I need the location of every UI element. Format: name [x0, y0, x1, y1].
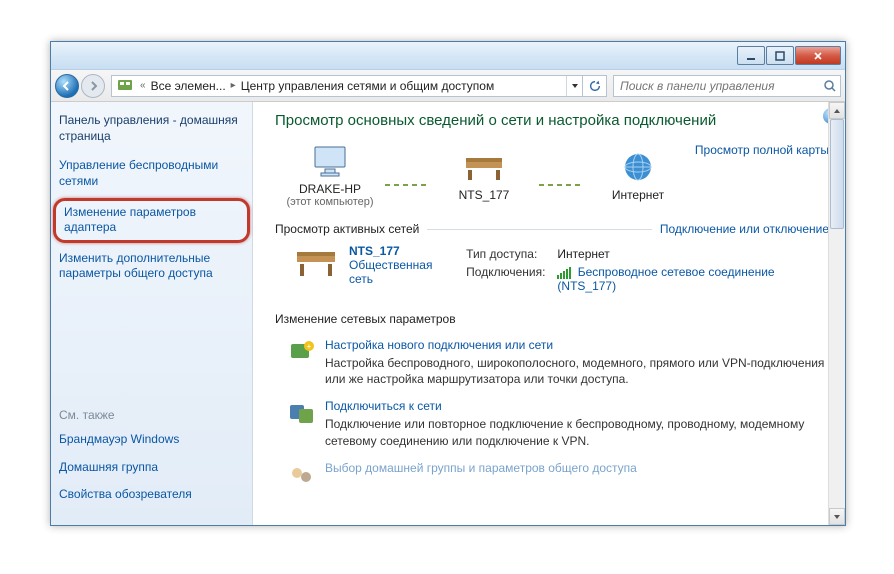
content-pane: ? Просмотр основных сведений о сети и на…	[253, 102, 845, 525]
change-settings-header: Изменение сетевых параметров	[275, 312, 829, 326]
sidebar: Панель управления - домашняя страница Уп…	[51, 102, 253, 525]
network-icon	[293, 244, 339, 280]
sidebar-link-firewall[interactable]: Брандмауэр Windows	[59, 432, 244, 448]
view-full-map-link[interactable]: Просмотр полной карты	[695, 143, 829, 157]
forward-button[interactable]	[81, 74, 105, 98]
sidebar-home[interactable]: Панель управления - домашняя страница	[59, 112, 244, 144]
scroll-up-button[interactable]	[829, 102, 845, 119]
map-line2	[539, 184, 583, 186]
sidebar-link-internet-options[interactable]: Свойства обозревателя	[59, 487, 244, 503]
opt-new-connection-title[interactable]: Настройка нового подключения или сети	[325, 338, 829, 352]
active-network-row: NTS_177 Общественная сеть Тип доступа: И…	[293, 244, 829, 296]
page-heading: Просмотр основных сведений о сети и наст…	[275, 112, 829, 129]
map-node-internet[interactable]: Интернет	[583, 149, 693, 202]
connections-key: Подключения:	[466, 264, 555, 294]
globe-icon	[583, 149, 693, 185]
network-map: DRAKE-HP (этот компьютер) NTS_177 Интерн…	[275, 143, 829, 208]
navbar: « Все элемен... ▸ Центр управления сетям…	[51, 70, 845, 102]
refresh-button[interactable]	[583, 75, 607, 97]
connect-icon	[287, 399, 315, 427]
scroll-thumb[interactable]	[830, 119, 844, 229]
active-network-info: NTS_177 Общественная сеть	[349, 244, 454, 296]
opt-connect: Подключиться к сети Подключение или повт…	[287, 399, 829, 448]
active-network-type[interactable]: Общественная сеть	[349, 258, 454, 286]
bench-icon	[429, 149, 539, 185]
titlebar	[51, 42, 845, 70]
close-button[interactable]	[795, 46, 841, 65]
connection-name: Беспроводное сетевое соединение (NTS_177…	[557, 265, 774, 293]
window: « Все элемен... ▸ Центр управления сетям…	[50, 41, 846, 526]
pc-sub: (этот компьютер)	[275, 196, 385, 208]
svg-text:+: +	[307, 342, 312, 351]
new-connection-icon: +	[287, 338, 315, 366]
pc-name: DRAKE-HP	[275, 182, 385, 196]
search-box[interactable]	[613, 75, 841, 97]
connect-disconnect-link[interactable]: Подключение или отключение	[660, 222, 829, 236]
sidebar-link-adapter-highlight: Изменение параметров адаптера	[53, 198, 250, 243]
sidebar-link-adapter[interactable]: Изменение параметров адаптера	[64, 205, 239, 236]
internet-label: Интернет	[583, 188, 693, 202]
opt-homegroup-title[interactable]: Выбор домашней группы и параметров общег…	[325, 461, 637, 475]
connection-link[interactable]: Беспроводное сетевое соединение (NTS_177…	[557, 264, 827, 294]
window-body: Панель управления - домашняя страница Уп…	[51, 102, 845, 525]
access-type-key: Тип доступа:	[466, 246, 555, 262]
signal-bars-icon	[557, 267, 571, 279]
map-line	[385, 184, 429, 186]
maximize-button[interactable]	[766, 46, 794, 65]
vertical-scrollbar[interactable]	[828, 102, 845, 525]
addr-dropdown[interactable]	[566, 76, 582, 96]
opt-connect-title[interactable]: Подключиться к сети	[325, 399, 829, 413]
homegroup-icon	[287, 461, 315, 489]
computer-icon	[275, 143, 385, 179]
active-network-props: Тип доступа: Интернет Подключения: Беспр…	[464, 244, 829, 296]
search-icon[interactable]	[820, 79, 840, 93]
active-networks-label: Просмотр активных сетей	[275, 222, 419, 236]
breadcrumb-seg1[interactable]: Все элемен...	[148, 79, 229, 93]
opt-homegroup: Выбор домашней группы и параметров общег…	[287, 461, 829, 489]
map-node-network[interactable]: NTS_177	[429, 149, 539, 202]
active-networks-header: Просмотр активных сетей Подключение или …	[275, 222, 829, 236]
access-type-val: Интернет	[557, 246, 827, 262]
sidebar-link-wireless[interactable]: Управление беспроводными сетями	[59, 158, 244, 189]
address-bar[interactable]: « Все элемен... ▸ Центр управления сетям…	[111, 75, 583, 97]
active-network-name[interactable]: NTS_177	[349, 244, 454, 258]
chevron-right-icon: ▸	[231, 80, 236, 91]
search-input[interactable]	[614, 79, 820, 93]
control-panel-icon	[116, 77, 134, 95]
back-button[interactable]	[55, 74, 79, 98]
opt-connect-desc: Подключение или повторное подключение к …	[325, 416, 829, 448]
opt-new-connection-desc: Настройка беспроводного, широкополосного…	[325, 355, 829, 387]
opt-new-connection: + Настройка нового подключения или сети …	[287, 338, 829, 387]
map-node-pc[interactable]: DRAKE-HP (этот компьютер)	[275, 143, 385, 208]
chevron-icon: «	[140, 80, 146, 91]
breadcrumb-seg2[interactable]: Центр управления сетями и общим доступом	[238, 79, 498, 93]
sidebar-seealso-label: См. также	[59, 408, 244, 422]
scroll-down-button[interactable]	[829, 508, 845, 525]
net-name: NTS_177	[429, 188, 539, 202]
minimize-button[interactable]	[737, 46, 765, 65]
sidebar-link-sharing[interactable]: Изменить дополнительные параметры общего…	[59, 251, 244, 282]
sidebar-link-homegroup[interactable]: Домашняя группа	[59, 460, 244, 476]
